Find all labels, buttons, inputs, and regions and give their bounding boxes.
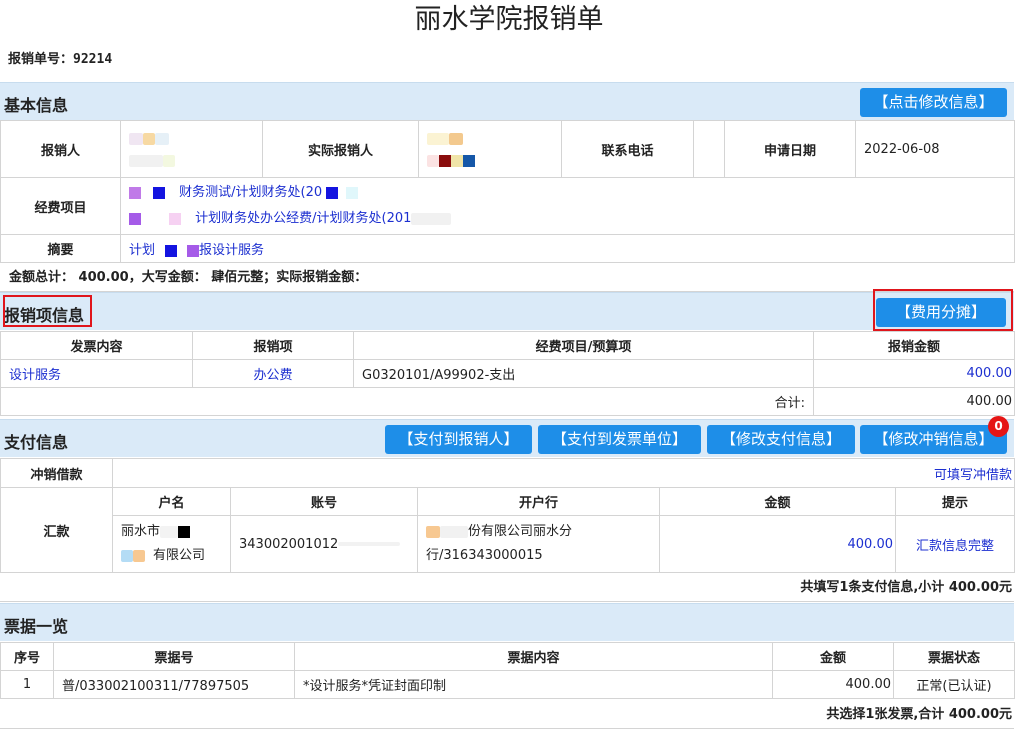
bill-no-cell: 普/033002100311/77897505	[53, 670, 295, 699]
fund-value: 财务测试/计划财务处(20 计划财务处办公经费/计划财务处(201	[120, 177, 1015, 235]
applicant-value	[120, 120, 263, 178]
date-value: 2022-06-08	[855, 120, 1015, 178]
edit-info-button[interactable]: 【点击修改信息】	[860, 88, 1007, 117]
fund-budget-cell: G0320101/A99902-支出	[353, 359, 814, 388]
edit-payment-button[interactable]: 【修改支付信息】	[707, 425, 855, 454]
fund-item-2: 计划财务处办公经费/计划财务处(201	[129, 206, 1006, 232]
items-total-label: 合计:	[0, 387, 814, 416]
remit-label: 汇款	[0, 487, 113, 573]
items-col-amount: 报销金额	[813, 331, 1015, 360]
pay-col-name: 户名	[112, 487, 231, 516]
account-cell: 343002001012	[230, 515, 418, 573]
bill-seq-cell: 1	[0, 670, 54, 699]
basic-info-table: 报销人 实际报销人 联系电话 申请日期 2022-06-08 经费项目 财务测试…	[0, 120, 1015, 263]
invoice-content-link[interactable]: 设计服务	[0, 359, 193, 388]
bills-title: 票据一览	[4, 617, 69, 636]
bills-col-no: 票据号	[53, 642, 295, 671]
pay-col-amount: 金额	[659, 487, 896, 516]
phone-value	[693, 120, 725, 178]
payment-summary: 共填写1条支付信息,小计 400.00元	[0, 574, 1014, 602]
table-row: 丽水市 有限公司 343002001012 份有限公司丽水分 行/3163430…	[1, 515, 1016, 573]
pay-amount-cell: 400.00	[659, 515, 896, 573]
table-row: 设计服务 办公费 G0320101/A99902-支出 400.00	[0, 359, 1015, 388]
item-amount-cell: 400.00	[813, 359, 1015, 388]
basic-info-title: 基本信息	[4, 96, 69, 115]
split-button-highlight	[873, 289, 1013, 331]
payment-title: 支付信息	[4, 433, 69, 452]
actual-applicant-value	[418, 120, 562, 178]
table-row: 1 普/033002100311/77897505 *设计服务*凭证封面印制 4…	[0, 670, 1015, 699]
actual-applicant-label: 实际报销人	[262, 120, 419, 178]
bill-content-cell: *设计服务*凭证封面印制	[294, 670, 773, 699]
pay-to-applicant-button[interactable]: 【支付到报销人】	[385, 425, 532, 454]
pay-col-bank: 开户行	[417, 487, 660, 516]
payment-table: 冲销借款 可填写冲借款 汇款 户名 账号 开户行 金额 提示 丽水市 有限公司 …	[0, 458, 1016, 573]
items-header: 报销项信息 【费用分摊】	[0, 292, 1014, 330]
amount-total-line: 金额总计： 400.00，大写金额： 肆佰元整；实际报销金额：	[0, 264, 1014, 292]
form-number-value: 92214	[73, 52, 113, 67]
bills-col-amount: 金额	[772, 642, 894, 671]
pay-col-account: 账号	[230, 487, 418, 516]
basic-info-header: 基本信息 【点击修改信息】	[0, 82, 1014, 120]
items-table: 发票内容 报销项 经费项目/预算项 报销金额 设计服务 办公费 G0320101…	[0, 331, 1015, 416]
bill-status-cell: 正常(已认证)	[893, 670, 1015, 699]
bank-cell: 份有限公司丽水分 行/316343000015	[417, 515, 660, 573]
pay-to-invoice-unit-button[interactable]: 【支付到发票单位】	[538, 425, 701, 454]
bills-summary: 共选择1张发票,合计 400.00元	[0, 701, 1014, 729]
offset-count-badge: 0	[988, 416, 1009, 437]
pay-col-tip: 提示	[894, 487, 1016, 516]
bills-table: 序号 票据号 票据内容 金额 票据状态 1 普/033002100311/778…	[0, 642, 1015, 699]
phone-label: 联系电话	[561, 120, 694, 178]
fund-item-1: 财务测试/计划财务处(20	[129, 180, 1006, 206]
fund-label: 经费项目	[0, 177, 121, 235]
page-title: 丽水学院报销单	[414, 4, 604, 35]
payment-header: 支付信息 【支付到报销人】 【支付到发票单位】 【修改支付信息】 【修改冲销信息…	[0, 419, 1014, 457]
offset-label: 冲销借款	[0, 458, 113, 488]
bill-amount-cell: 400.00	[772, 670, 894, 699]
date-label: 申请日期	[724, 120, 856, 178]
summary-value: 计划 报设计服务	[120, 234, 1015, 263]
form-number: 报销单号：92214	[8, 48, 112, 67]
items-col-invoice: 发票内容	[0, 331, 193, 360]
items-col-fund: 经费项目/预算项	[353, 331, 814, 360]
bills-col-content: 票据内容	[294, 642, 773, 671]
offset-link[interactable]: 可填写冲借款	[111, 458, 1016, 488]
edit-offset-button[interactable]: 【修改冲销信息】	[860, 425, 1007, 454]
item-type-link[interactable]: 办公费	[192, 359, 354, 388]
items-title-highlight	[3, 295, 92, 327]
form-number-label: 报销单号：	[8, 52, 74, 67]
applicant-label: 报销人	[0, 120, 121, 178]
summary-label: 摘要	[0, 234, 121, 263]
bills-col-status: 票据状态	[893, 642, 1015, 671]
remit-tip-link[interactable]: 汇款信息完整	[894, 515, 1016, 573]
payee-name-cell: 丽水市 有限公司	[112, 515, 231, 573]
bills-col-seq: 序号	[0, 642, 54, 671]
items-total-value: 400.00	[813, 387, 1015, 416]
bills-header: 票据一览	[0, 603, 1014, 641]
items-col-item: 报销项	[192, 331, 354, 360]
